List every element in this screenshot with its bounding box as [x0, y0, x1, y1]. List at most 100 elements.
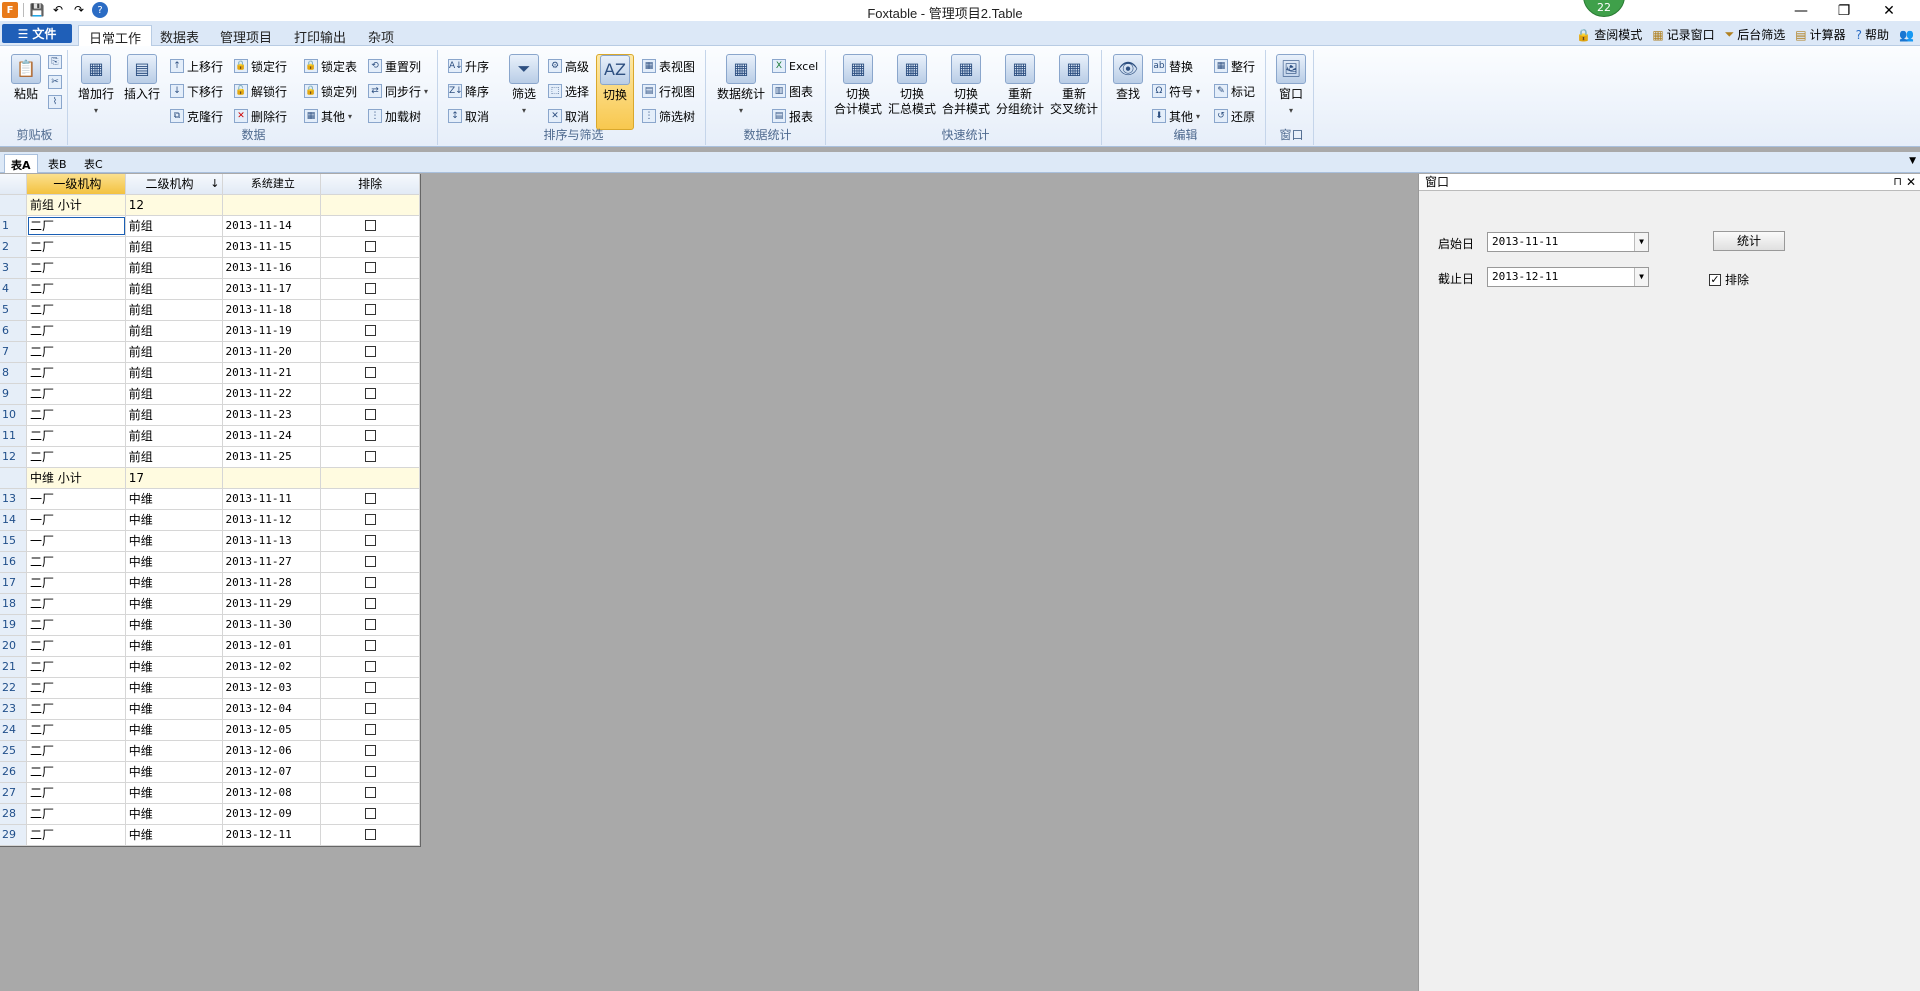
restore-button[interactable]: ❐	[1824, 0, 1864, 21]
query-mode-link[interactable]: 🔒 查阅模式	[1576, 26, 1642, 43]
pin-icon[interactable]: ⊓	[1893, 174, 1902, 190]
edit-other-button[interactable]: ⬇ 其他 ▾	[1152, 106, 1200, 126]
cell-system-date[interactable]: 2013-12-05	[223, 720, 322, 740]
sheet-tabs-dropdown-icon[interactable]: ▼	[1909, 156, 1916, 166]
lock-column-button[interactable]: 🔒 锁定列	[304, 81, 357, 101]
replace-button[interactable]: ab 替换	[1152, 56, 1193, 76]
cell-exclude[interactable]	[321, 216, 420, 236]
row-number[interactable]: 4	[0, 279, 27, 299]
row-number[interactable]: 21	[0, 657, 27, 677]
group-subtotal-row[interactable]: 前组 小计 12	[0, 195, 420, 216]
cell-system-date[interactable]: 2013-11-14	[223, 216, 322, 236]
cell-level2-org[interactable]: 前组	[126, 426, 224, 446]
merge-mode-button[interactable]: ▦ 切换 合并模式	[940, 54, 992, 117]
symbol-button[interactable]: Ω 符号 ▾	[1152, 81, 1200, 101]
exclude-checkbox[interactable]: ✓ 排除	[1709, 271, 1749, 288]
row-number[interactable]: 2	[0, 237, 27, 257]
mark-button[interactable]: ✎ 标记	[1214, 81, 1255, 101]
delete-row-button[interactable]: ✕ 删除行	[234, 106, 287, 126]
cell-level1-org[interactable]: 二厂	[27, 321, 126, 341]
cell-level1-org[interactable]: 二厂	[27, 699, 126, 719]
cell-exclude[interactable]	[321, 531, 420, 551]
exclude-row-checkbox[interactable]	[364, 724, 376, 735]
table-row[interactable]: 26 二厂 中维 2013-12-07	[0, 762, 420, 783]
group-stats-button[interactable]: ▦ 重新 分组统计	[994, 54, 1046, 117]
cell-exclude[interactable]	[321, 384, 420, 404]
row-header[interactable]	[0, 468, 27, 488]
exclude-row-checkbox[interactable]	[364, 451, 376, 462]
select-filter-button[interactable]: ⬚ 选择	[548, 81, 589, 101]
cell-exclude[interactable]	[321, 447, 420, 467]
exclude-row-checkbox[interactable]	[364, 661, 376, 672]
cell-system-date[interactable]: 2013-11-25	[223, 447, 322, 467]
cell-system-date[interactable]: 2013-11-24	[223, 426, 322, 446]
file-menu-button[interactable]: ☰ 文件	[2, 24, 72, 43]
cell-level1-org[interactable]: 二厂	[27, 762, 126, 782]
data-stats-button[interactable]: ▦ 数据统计 ▾	[714, 54, 768, 118]
table-row[interactable]: 12 二厂 前组 2013-11-25	[0, 447, 420, 468]
table-row[interactable]: 2 二厂 前组 2013-11-15	[0, 237, 420, 258]
cell-exclude[interactable]	[321, 489, 420, 509]
cell-level1-org[interactable]: 二厂	[27, 804, 126, 824]
users-icon[interactable]: 👥	[1899, 26, 1914, 43]
row-number[interactable]: 15	[0, 531, 27, 551]
exclude-row-checkbox[interactable]	[364, 787, 376, 798]
cell-system-date[interactable]: 2013-12-11	[223, 825, 322, 845]
cell-system-date[interactable]: 2013-11-23	[223, 405, 322, 425]
cell-level2-org[interactable]: 中维	[126, 573, 224, 593]
cell-exclude[interactable]	[321, 699, 420, 719]
report-button[interactable]: ▤ 报表	[772, 106, 813, 126]
toggle-button[interactable]: AZ 切换	[596, 54, 634, 130]
cell-level1-org[interactable]: 二厂	[27, 720, 126, 740]
cell-exclude[interactable]	[321, 321, 420, 341]
row-number[interactable]: 26	[0, 762, 27, 782]
cell-exclude[interactable]	[321, 636, 420, 656]
exclude-row-checkbox[interactable]	[364, 283, 376, 294]
clone-row-button[interactable]: ⧉ 克隆行	[170, 106, 223, 126]
table-row[interactable]: 18 二厂 中维 2013-11-29	[0, 594, 420, 615]
sort-cancel-button[interactable]: ↕ 取消	[448, 106, 489, 126]
cell-level2-org[interactable]: 中维	[126, 657, 224, 677]
row-number[interactable]: 12	[0, 447, 27, 467]
exclude-row-checkbox[interactable]	[364, 766, 376, 777]
cell-system-date[interactable]: 2013-11-22	[223, 384, 322, 404]
cell-system-date[interactable]: 2013-12-02	[223, 657, 322, 677]
cell-level2-org[interactable]: 中维	[126, 699, 224, 719]
cell-exclude[interactable]	[321, 258, 420, 278]
exclude-row-checkbox[interactable]	[364, 682, 376, 693]
tab-daily-work[interactable]: 日常工作	[78, 25, 153, 47]
reset-column-button[interactable]: ⟲ 重置列	[368, 56, 421, 76]
cell-level2-org[interactable]: 前组	[126, 300, 224, 320]
format-painter-button[interactable]: ⌇	[48, 92, 62, 112]
exclude-row-checkbox[interactable]	[364, 619, 376, 630]
cell-exclude[interactable]	[321, 615, 420, 635]
exclude-row-checkbox[interactable]	[364, 745, 376, 756]
cell-level1-org[interactable]: 二厂	[27, 594, 126, 614]
cell-exclude[interactable]	[321, 363, 420, 383]
cell-system-date[interactable]: 2013-12-08	[223, 783, 322, 803]
start-date-dropdown-icon[interactable]: ▼	[1634, 233, 1648, 251]
row-number[interactable]: 24	[0, 720, 27, 740]
cross-stats-button[interactable]: ▦ 重新 交叉统计	[1048, 54, 1100, 117]
table-row[interactable]: 8 二厂 前组 2013-11-21	[0, 363, 420, 384]
tab-data-table[interactable]: 数据表	[150, 25, 209, 46]
table-row[interactable]: 3 二厂 前组 2013-11-16	[0, 258, 420, 279]
cell-level1-org[interactable]: 一厂	[27, 531, 126, 551]
exclude-row-checkbox[interactable]	[364, 535, 376, 546]
add-row-button[interactable]: ▦ 增加行 ▾	[74, 54, 118, 118]
cell-exclude[interactable]	[321, 762, 420, 782]
row-number[interactable]: 13	[0, 489, 27, 509]
cell-exclude[interactable]	[321, 573, 420, 593]
row-number[interactable]: 17	[0, 573, 27, 593]
table-row[interactable]: 14 一厂 中维 2013-11-12	[0, 510, 420, 531]
cell-system-date[interactable]: 2013-11-27	[223, 552, 322, 572]
exclude-row-checkbox[interactable]	[364, 220, 376, 231]
sheet-tab-c[interactable]: 表C	[78, 154, 109, 173]
grid-corner[interactable]	[0, 174, 27, 194]
filter-tree-button[interactable]: ⋮ 筛选树	[642, 106, 695, 126]
cell-level2-org[interactable]: 前组	[126, 405, 224, 425]
cell-level2-org[interactable]: 前组	[126, 321, 224, 341]
cell-exclude[interactable]	[321, 510, 420, 530]
table-row[interactable]: 21 二厂 中维 2013-12-02	[0, 657, 420, 678]
panel-close-icon[interactable]: ✕	[1906, 174, 1916, 190]
